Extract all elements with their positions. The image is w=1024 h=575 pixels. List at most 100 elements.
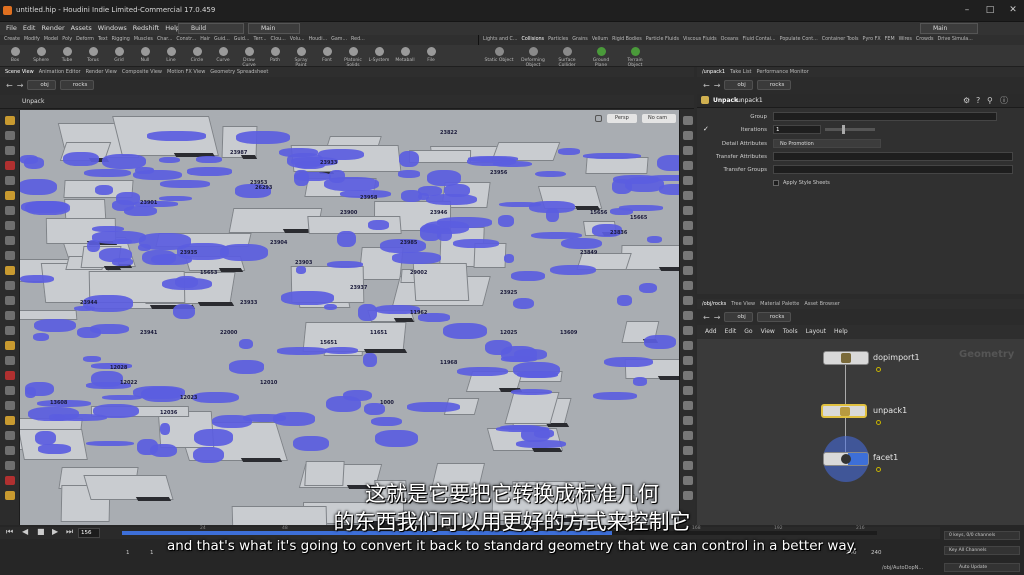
- shelf-tab-12[interactable]: Guid...: [234, 35, 250, 45]
- net-menu-tools[interactable]: Tools: [783, 325, 798, 339]
- tab-performance-monitor[interactable]: Performance Monitor: [757, 67, 809, 77]
- minimize-icon[interactable]: –: [960, 4, 974, 17]
- tool-sphere[interactable]: Sphere: [30, 47, 52, 63]
- view-tool-17-icon[interactable]: [5, 371, 15, 380]
- tab-unpack1[interactable]: /unpack1: [702, 67, 725, 77]
- display-tool-11-icon[interactable]: [683, 281, 693, 290]
- display-tool-6-icon[interactable]: [683, 206, 693, 215]
- shelf-tab-right-11[interactable]: Container Tools: [822, 35, 859, 45]
- range-start[interactable]: 1: [126, 550, 130, 556]
- shelf-tab-right-3[interactable]: Grains: [572, 35, 588, 45]
- view-tool-0-icon[interactable]: [5, 116, 15, 125]
- range-end-2[interactable]: 240: [871, 550, 882, 556]
- path-obj[interactable]: obj: [27, 80, 56, 90]
- shelf-tab-10[interactable]: Hair: [200, 35, 210, 45]
- view-tool-5-icon[interactable]: [5, 191, 15, 200]
- menu-edit[interactable]: Edit: [23, 22, 36, 35]
- forward-arrow-icon[interactable]: →: [17, 81, 24, 90]
- shelf-tab-right-9[interactable]: Fluid Contai...: [743, 35, 776, 45]
- shelf-tab-right-13[interactable]: FEM: [885, 35, 895, 45]
- tool-terrain-object[interactable]: Terrain Object: [620, 47, 650, 68]
- view-tool-3-icon[interactable]: [5, 161, 15, 170]
- param-path-rocks[interactable]: rocks: [756, 80, 792, 90]
- display-tool-15-icon[interactable]: [683, 341, 693, 350]
- param-back-arrow-icon[interactable]: ←: [703, 81, 710, 90]
- net-menu-help[interactable]: Help: [834, 325, 848, 339]
- shelf-tab-right-0[interactable]: Lights and C...: [483, 35, 517, 45]
- shelf-tab-5[interactable]: Text: [98, 35, 108, 45]
- display-tool-25-icon[interactable]: [683, 491, 693, 500]
- tool-static-object[interactable]: Static Object: [484, 47, 514, 63]
- jump-end-icon[interactable]: ⏭: [66, 527, 73, 537]
- view-tool-20-icon[interactable]: [5, 416, 15, 425]
- view-tool-2-icon[interactable]: [5, 146, 15, 155]
- tool-torus[interactable]: Torus: [82, 47, 104, 63]
- view-tool-7-icon[interactable]: [5, 221, 15, 230]
- tab-material-palette[interactable]: Material Palette: [760, 299, 799, 309]
- tool-box[interactable]: Box: [4, 47, 26, 63]
- gear-icon[interactable]: ⚙: [963, 96, 970, 105]
- display-tool-23-icon[interactable]: [683, 461, 693, 470]
- display-tool-1-icon[interactable]: [683, 131, 693, 140]
- shelf-tab-right-5[interactable]: Rigid Bodies: [612, 35, 642, 45]
- tab-animation-editor[interactable]: Animation Editor: [39, 67, 81, 77]
- display-tool-20-icon[interactable]: [683, 416, 693, 425]
- transfer-groups-field[interactable]: [773, 165, 1013, 174]
- view-tool-15-icon[interactable]: [5, 341, 15, 350]
- display-tool-4-icon[interactable]: [683, 176, 693, 185]
- display-tool-24-icon[interactable]: [683, 476, 693, 485]
- shelf-tab-2[interactable]: Model: [44, 35, 58, 45]
- node-facet1[interactable]: [823, 452, 869, 466]
- display-tool-14-icon[interactable]: [683, 326, 693, 335]
- shelf-tab-15[interactable]: Volu...: [290, 35, 305, 45]
- display-tool-12-icon[interactable]: [683, 296, 693, 305]
- menu-file[interactable]: File: [6, 22, 17, 35]
- camera-button[interactable]: No cam: [642, 114, 676, 123]
- tool-deforming-object[interactable]: Deforming Object: [518, 47, 548, 68]
- view-tool-24-icon[interactable]: [5, 476, 15, 485]
- shelf-tab-8[interactable]: Char...: [157, 35, 172, 45]
- display-tool-5-icon[interactable]: [683, 191, 693, 200]
- shelf-tab-9[interactable]: Constr...: [176, 35, 196, 45]
- display-tool-21-icon[interactable]: [683, 431, 693, 440]
- shelf-tab-right-1[interactable]: Collisions: [521, 35, 544, 45]
- stop-icon[interactable]: ■: [37, 527, 45, 536]
- menu-redshift[interactable]: Redshift: [133, 22, 159, 35]
- tab-composite-view[interactable]: Composite View: [122, 67, 162, 77]
- auto-update-button[interactable]: Auto Update: [944, 563, 1020, 572]
- context-path[interactable]: /obj/AutoDopN...: [882, 565, 923, 571]
- view-tool-12-icon[interactable]: [5, 296, 15, 305]
- shelf-tab-right-7[interactable]: Viscous Fluids: [683, 35, 717, 45]
- close-icon[interactable]: ✕: [1006, 4, 1020, 17]
- view-tool-1-icon[interactable]: [5, 131, 15, 140]
- view-tool-16-icon[interactable]: [5, 356, 15, 365]
- shelf-tab-6[interactable]: Rigging: [112, 35, 130, 45]
- desktop-select-build[interactable]: Build: [178, 23, 244, 34]
- tool-tube[interactable]: Tube: [56, 47, 78, 63]
- tool-line[interactable]: Line: [160, 47, 182, 63]
- range-start-2[interactable]: 1: [150, 550, 154, 556]
- display-tool-2-icon[interactable]: [683, 146, 693, 155]
- net-menu-go[interactable]: Go: [744, 325, 752, 339]
- tool-circle[interactable]: Circle: [186, 47, 208, 63]
- net-menu-edit[interactable]: Edit: [725, 325, 737, 339]
- info-icon[interactable]: ⓘ: [1000, 95, 1008, 106]
- display-tool-18-icon[interactable]: [683, 386, 693, 395]
- shelf-tab-11[interactable]: Guid...: [214, 35, 230, 45]
- view-tool-19-icon[interactable]: [5, 401, 15, 410]
- display-tool-22-icon[interactable]: [683, 446, 693, 455]
- shelf-tab-right-2[interactable]: Particles: [548, 35, 568, 45]
- tool-null[interactable]: Null: [134, 47, 156, 63]
- apply-style-checkbox[interactable]: [773, 180, 779, 186]
- net-menu-view[interactable]: View: [761, 325, 775, 339]
- display-tool-3-icon[interactable]: [683, 161, 693, 170]
- tool-curve[interactable]: Curve: [212, 47, 234, 63]
- net-path-obj[interactable]: obj: [724, 312, 753, 322]
- tab-take-list[interactable]: Take List: [730, 67, 751, 77]
- view-tool-8-icon[interactable]: [5, 236, 15, 245]
- tool-platonic-solids[interactable]: Platonic Solids: [342, 47, 364, 68]
- group-field[interactable]: [773, 112, 997, 121]
- iterations-field[interactable]: 1: [773, 125, 821, 134]
- view-tool-6-icon[interactable]: [5, 206, 15, 215]
- shelf-tab-17[interactable]: Gam...: [331, 35, 347, 45]
